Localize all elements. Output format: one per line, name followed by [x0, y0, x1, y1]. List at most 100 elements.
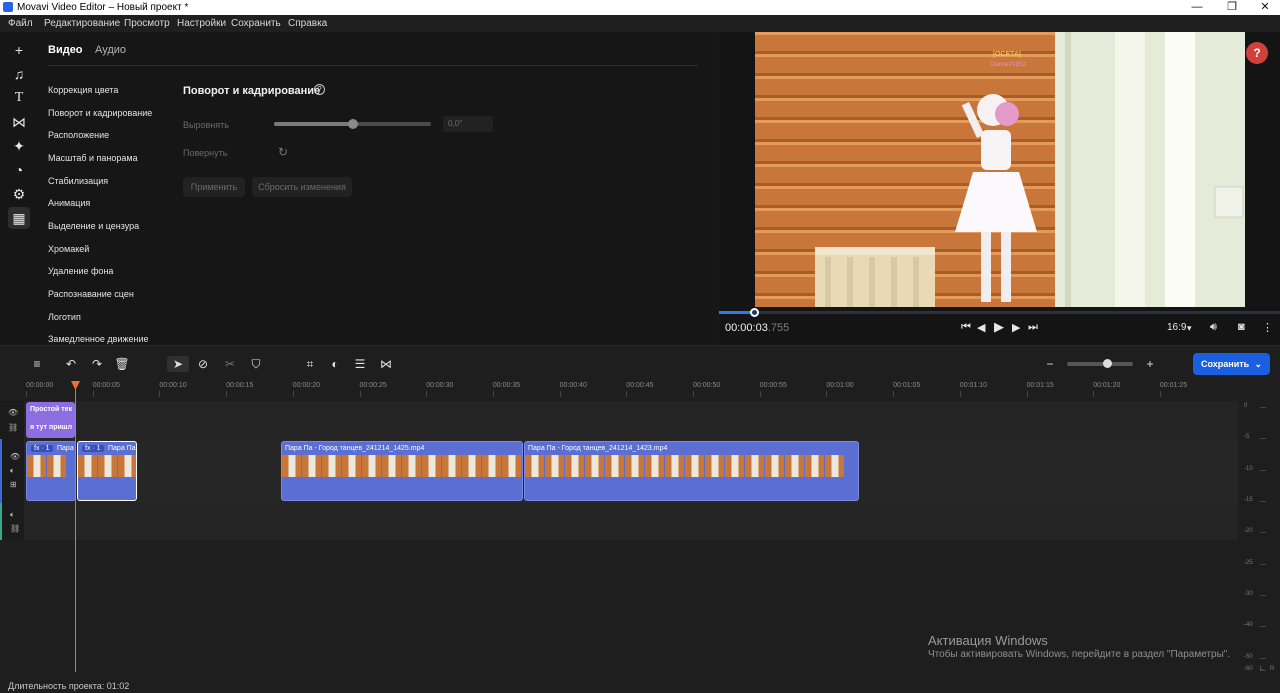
menu-help[interactable]: Справка [288, 18, 327, 29]
help-icon[interactable]: ? [314, 84, 325, 95]
ruler-tick-label: 00:01:05 [893, 382, 921, 397]
title-clip[interactable]: Простой тек я тут пришл [26, 402, 75, 438]
category-stabilization[interactable]: Стабилизация [48, 176, 108, 186]
chevron-down-icon: ⌄ [1254, 359, 1262, 369]
transition-icon[interactable]: ⋈ [376, 356, 396, 372]
redo-icon[interactable]: ↷ [88, 356, 106, 372]
category-logo[interactable]: Логотип [48, 312, 81, 322]
disable-icon[interactable]: ⊘ [193, 356, 213, 372]
skip-end-icon[interactable]: ⏭ [1028, 321, 1038, 334]
category-position[interactable]: Расположение [48, 130, 109, 140]
thumbnail-frame [402, 455, 421, 477]
timecode-ms: .755 [767, 322, 790, 334]
thumbnail-frame [462, 455, 481, 477]
vu-scale-label: -10 [1244, 466, 1253, 472]
category-animation[interactable]: Анимация [48, 198, 90, 208]
add-icon[interactable]: + [8, 39, 30, 61]
playback-progress[interactable] [719, 308, 1280, 317]
category-highlight-censor[interactable]: Выделение и цензура [48, 221, 139, 231]
title-clip-line1: Простой тек [30, 406, 73, 413]
minimize-button[interactable]: — [1180, 0, 1214, 15]
video-clip[interactable]: Пара Па - Город танцев_241214_1423.mp4 [524, 441, 859, 501]
zoom-in-icon[interactable]: + [1142, 356, 1158, 372]
link-icon[interactable]: ⛓︎ [10, 524, 20, 533]
music-icon[interactable]: ♫ [8, 63, 30, 85]
marker-icon[interactable]: ⛉ [247, 356, 265, 372]
delete-icon[interactable]: 🗑︎ [113, 356, 131, 372]
video-clip-selected[interactable]: fx · 1 Пара Па [77, 441, 137, 501]
export-button[interactable]: Сохранить ⌄ [1193, 353, 1270, 375]
ruler-tick-label: 00:01:00 [826, 382, 854, 397]
chevron-down-icon[interactable]: ▾ [1187, 323, 1192, 334]
thumbnail-frame [745, 455, 764, 477]
color-icon[interactable]: ◐ [326, 356, 344, 372]
link-icon[interactable]: ⛓︎ [8, 423, 18, 432]
zoom-slider[interactable] [1067, 359, 1133, 368]
category-color-correction[interactable]: Коррекция цвета [48, 85, 118, 95]
category-zoom-pan[interactable]: Масштаб и панорама [48, 153, 138, 163]
thumbnail-frame [665, 455, 684, 477]
snapshot-icon[interactable]: ◙ [1238, 321, 1245, 333]
tools-icon[interactable]: ⚙ [8, 183, 30, 205]
zoom-out-icon[interactable]: − [1042, 356, 1058, 372]
vu-tick [1260, 658, 1266, 659]
menu-save[interactable]: Сохранить [231, 18, 281, 29]
maximize-button[interactable]: ❐ [1215, 0, 1249, 15]
overlay-text-1: [ОСЕТА] [993, 51, 1021, 58]
align-slider-handle[interactable] [347, 119, 358, 129]
clip-thumbnails [27, 455, 75, 477]
vu-tick [1260, 595, 1266, 596]
add-track-icon[interactable]: ≡ [28, 356, 46, 372]
tab-video[interactable]: Видео [48, 44, 83, 56]
apply-button[interactable]: Применить [183, 177, 245, 197]
crop-icon[interactable]: ⌗ [301, 356, 319, 372]
video-frame[interactable]: [ОСЕТА] Dance2VIEO [755, 32, 1245, 307]
playback-position-handle[interactable] [750, 308, 760, 317]
frame-back-icon[interactable]: ◀︎ [977, 321, 985, 334]
playhead[interactable] [75, 382, 76, 672]
category-scene-detection[interactable]: Распознавание сцен [48, 289, 134, 299]
more-tools-icon[interactable]: ▦ [8, 207, 30, 229]
help-button[interactable]: ? [1246, 42, 1268, 64]
play-icon[interactable]: ▶ [994, 319, 1004, 335]
menu-view[interactable]: Просмотр [124, 18, 170, 29]
volume-icon[interactable]: 🔈︎ [10, 466, 15, 476]
export-label: Сохранить [1201, 359, 1250, 369]
category-slow-motion[interactable]: Замедленное движение [48, 334, 149, 344]
zoom-slider-handle[interactable] [1102, 359, 1112, 368]
menu-edit[interactable]: Редактирование [44, 18, 120, 29]
volume-icon[interactable]: 🔈︎ [10, 510, 15, 520]
effects-icon[interactable]: ✦ [8, 135, 30, 157]
volume-icon[interactable]: 🔊︎ [1210, 321, 1217, 334]
video-clip[interactable]: Пара Па - Город танцев_241214_1425.mp4 [281, 441, 523, 501]
stickers-icon[interactable]: ◔ [8, 159, 30, 181]
video-clip[interactable]: fx · 1 Пара [26, 441, 76, 501]
frame-forward-icon[interactable]: ▶︎ [1012, 321, 1020, 334]
close-button[interactable]: ✕ [1248, 0, 1280, 15]
thumbnail-frame [362, 455, 381, 477]
align-value-field[interactable]: 0,0° [443, 116, 493, 132]
cut-icon[interactable]: ✂ [221, 356, 239, 372]
reset-button[interactable]: Сбросить изменения [252, 177, 352, 197]
windows-activation-text: Чтобы активировать Windows, перейдите в … [928, 649, 1231, 660]
align-slider[interactable] [274, 119, 431, 129]
menu-settings[interactable]: Настройки [177, 18, 226, 29]
eye-icon[interactable]: 👁︎ [8, 408, 18, 417]
settings-icon[interactable]: ⊞ [10, 480, 17, 489]
transitions-icon[interactable]: ⋈ [8, 111, 30, 133]
skip-start-icon[interactable]: ⏮ [961, 321, 971, 334]
select-tool-icon[interactable]: ➤ [167, 356, 189, 372]
rotate-label: Повернуть [183, 148, 228, 158]
category-rotate-crop[interactable]: Поворот и кадрирование [48, 108, 152, 118]
menu-file[interactable]: Файл [8, 18, 33, 29]
tab-audio[interactable]: Аудио [95, 44, 126, 56]
rotate-icon[interactable]: ↻ [278, 145, 288, 159]
text-icon[interactable]: T [8, 87, 30, 109]
aspect-ratio-select[interactable]: 16:9 [1167, 322, 1186, 333]
undo-icon[interactable]: ↶ [62, 356, 80, 372]
category-chroma-key[interactable]: Хромакей [48, 244, 89, 254]
adjust-icon[interactable]: ☰ [351, 356, 369, 372]
eye-icon[interactable]: 👁︎ [10, 452, 20, 461]
category-background-removal[interactable]: Удаление фона [48, 266, 113, 276]
more-options-icon[interactable]: ⋮ [1262, 321, 1273, 334]
